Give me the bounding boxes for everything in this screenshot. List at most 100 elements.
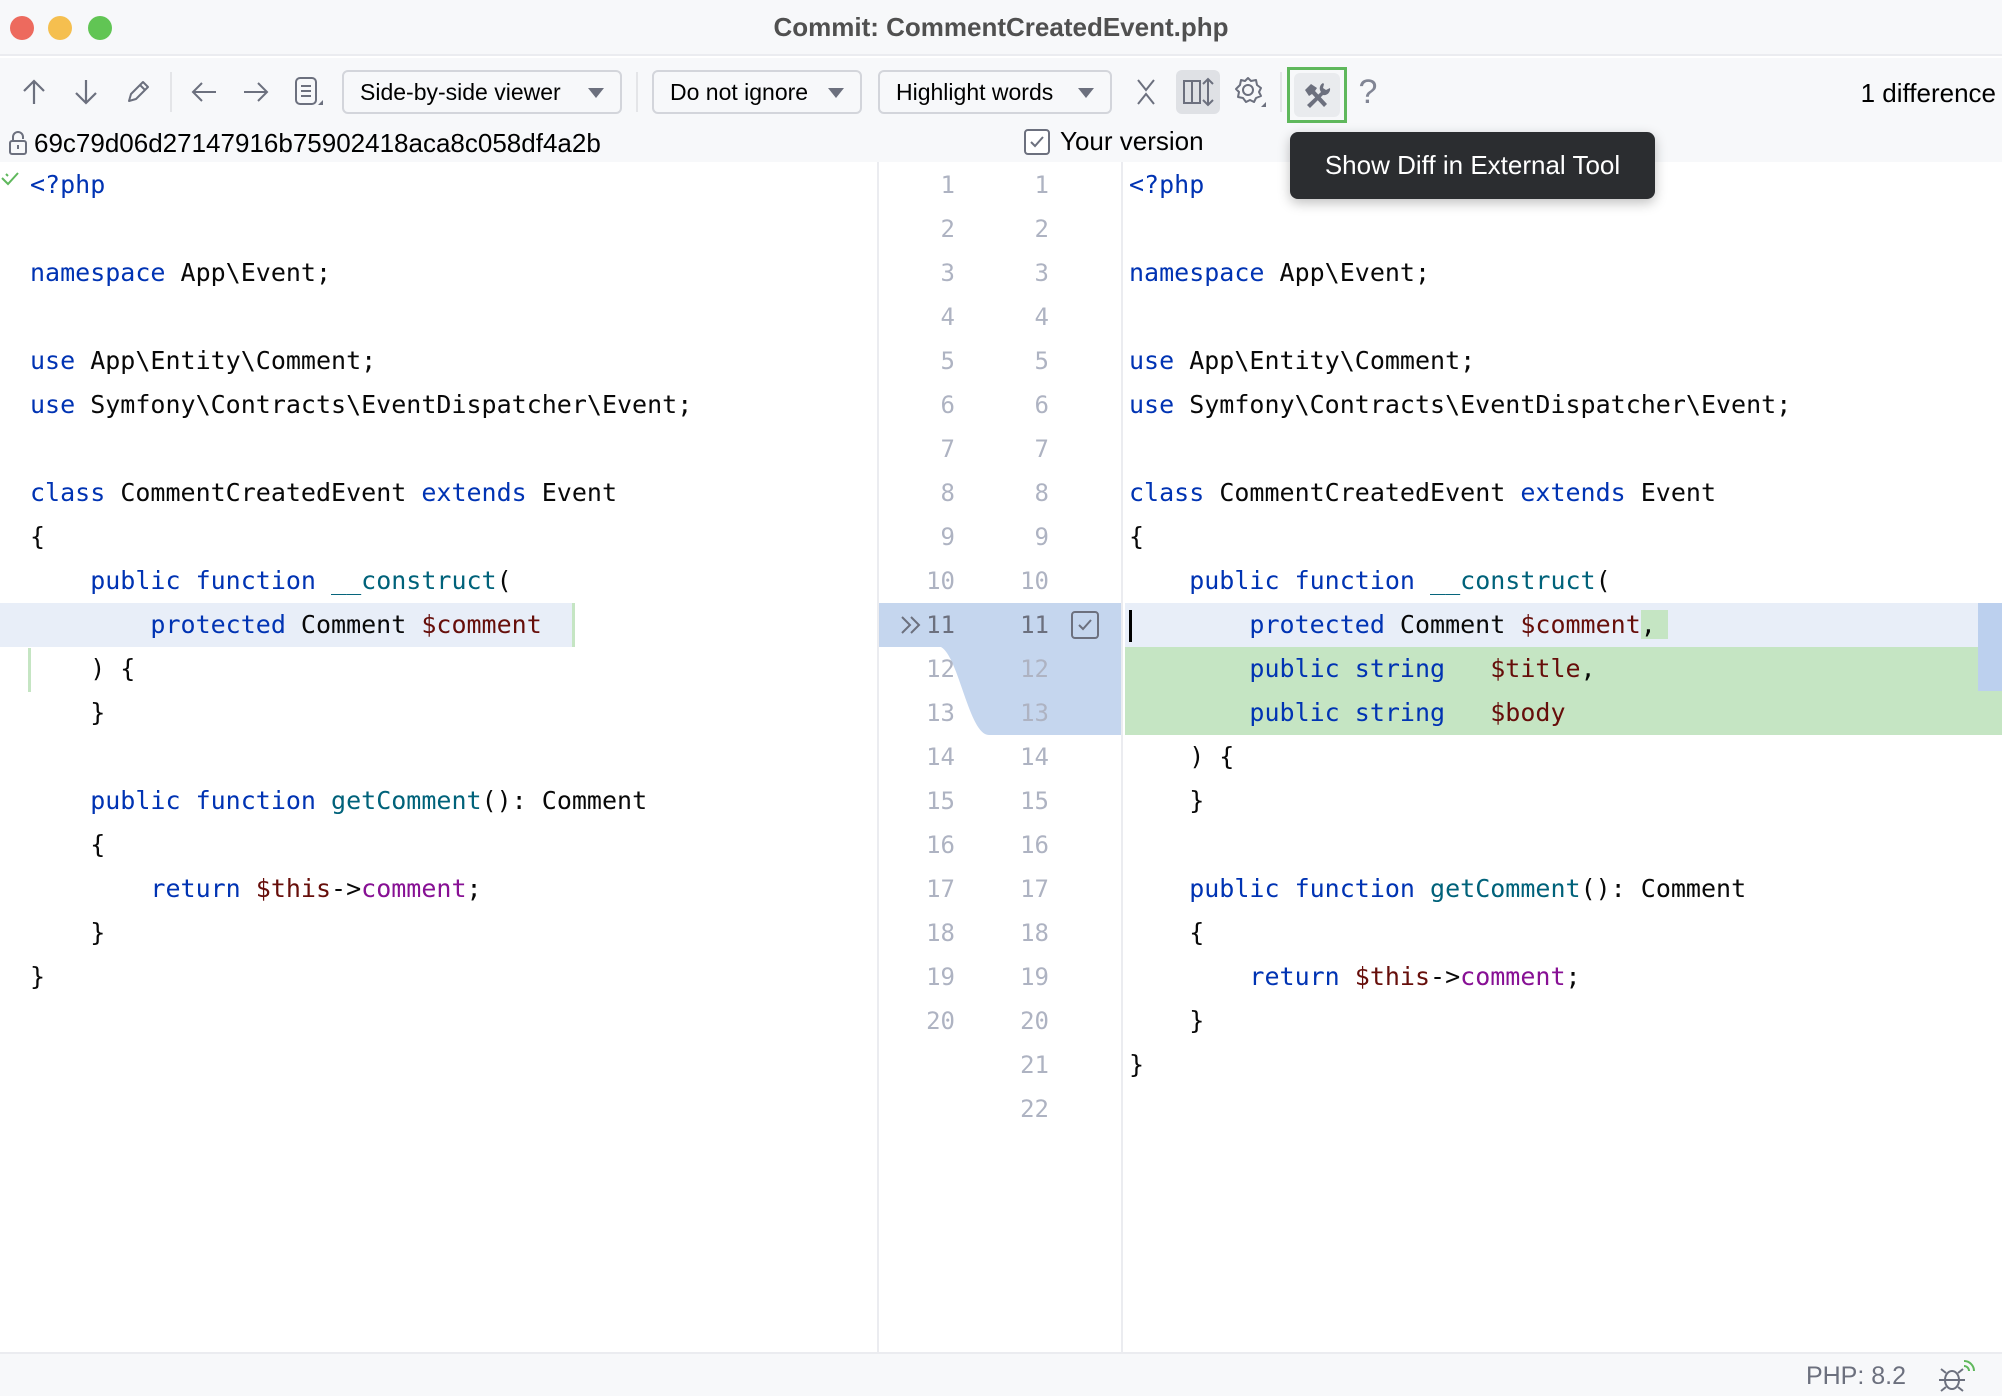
line-number: 17	[1020, 875, 1049, 903]
code-token: ;	[466, 874, 482, 903]
line-number: 19	[1020, 963, 1049, 991]
line-number: 12	[926, 655, 955, 683]
line-number: 3	[940, 259, 955, 287]
code-token: comment	[1460, 962, 1566, 991]
highlight-mode-dropdown[interactable]: Highlight words	[878, 70, 1112, 114]
previous-file-button[interactable]	[186, 74, 222, 110]
code-line[interactable]: use App\Entity\Comment;	[1125, 339, 2002, 383]
next-difference-button[interactable]	[68, 74, 104, 110]
toolbar-separator	[636, 72, 638, 112]
code-line[interactable]: }	[1125, 779, 2002, 823]
line-number: 18	[1020, 919, 1049, 947]
code-token: CommentCreatedEvent	[105, 478, 422, 507]
code-line[interactable]: protected Comment $comment	[0, 603, 575, 647]
code-line[interactable]	[0, 735, 877, 779]
code-line[interactable]: public string $title,	[1125, 647, 2002, 691]
code-token: Comment	[285, 610, 422, 639]
code-token: }	[30, 698, 106, 727]
viewer-mode-label: Side-by-side viewer	[360, 78, 561, 105]
code-line[interactable]: public function __construct(	[1125, 559, 2002, 603]
code-line[interactable]: class CommentCreatedEvent extends Event	[1125, 471, 2002, 515]
code-token: ;	[1565, 962, 1581, 991]
code-token: public function	[30, 566, 316, 595]
edit-source-button[interactable]	[120, 74, 156, 110]
code-line[interactable]: public string $body	[1125, 691, 2002, 735]
code-line[interactable]: public function getComment(): Comment	[0, 779, 877, 823]
include-change-checkbox[interactable]	[1071, 611, 1099, 639]
code-line[interactable]	[0, 295, 877, 339]
help-button[interactable]: ?	[1350, 74, 1386, 110]
your-version-checkbox[interactable]	[1024, 128, 1050, 155]
code-line[interactable]: public function __construct(	[0, 559, 877, 603]
code-line[interactable]: }	[1125, 999, 2002, 1043]
code-line[interactable]: use Symfony\Contracts\EventDispatcher\Ev…	[0, 383, 877, 427]
left-editor[interactable]: <?php namespace App\Event; use App\Entity\…	[0, 162, 877, 1352]
code-token: <?php	[30, 170, 106, 199]
line-number: 3	[1034, 259, 1049, 287]
code-token: __construct	[1430, 566, 1596, 595]
document-icon	[295, 77, 323, 105]
file-list-button[interactable]	[290, 74, 326, 110]
code-token: namespace	[30, 258, 166, 287]
code-line[interactable]	[1125, 1087, 2002, 1131]
code-token: getComment	[331, 786, 482, 815]
show-diff-external-tool-button[interactable]	[1287, 67, 1347, 123]
code-token: __construct	[331, 566, 497, 595]
viewer-mode-dropdown[interactable]: Side-by-side viewer	[342, 70, 622, 114]
code-line[interactable]: {	[0, 823, 877, 867]
code-line[interactable]: namespace App\Event;	[1125, 251, 2002, 295]
code-line[interactable]: }	[0, 955, 877, 999]
code-line[interactable]	[0, 427, 877, 471]
code-line[interactable]: }	[1125, 1043, 2002, 1087]
code-line[interactable]: {	[0, 515, 877, 559]
code-line[interactable]: }	[0, 911, 877, 955]
lock-icon	[9, 131, 27, 155]
settings-button[interactable]	[1232, 74, 1268, 110]
code-line[interactable]: ) {	[1125, 735, 2002, 779]
line-number: 13	[926, 699, 955, 727]
code-line[interactable]: class CommentCreatedEvent extends Event	[0, 471, 877, 515]
code-line[interactable]	[1125, 823, 2002, 867]
code-line[interactable]	[0, 999, 877, 1043]
previous-difference-button[interactable]	[16, 74, 52, 110]
code-token: {	[1129, 918, 1205, 947]
code-line[interactable]: protected Comment $comment,	[1125, 603, 2002, 647]
code-line[interactable]: {	[1125, 911, 2002, 955]
code-token: ) {	[1129, 742, 1235, 771]
code-token: (	[496, 566, 512, 595]
code-line[interactable]: return $this->comment;	[0, 867, 877, 911]
apply-change-arrow-icon[interactable]	[899, 613, 925, 637]
difference-count: 1 difference	[1860, 78, 1996, 108]
debugger-icon[interactable]	[1936, 1358, 1976, 1394]
sync-scroll-toggle[interactable]	[1176, 70, 1220, 114]
code-line[interactable]: use Symfony\Contracts\EventDispatcher\Ev…	[1125, 383, 2002, 427]
code-token: Event	[526, 478, 618, 507]
code-line[interactable]: use App\Entity\Comment;	[0, 339, 877, 383]
code-line[interactable]	[1125, 427, 2002, 471]
line-number: 14	[926, 743, 955, 771]
next-file-button[interactable]	[238, 74, 274, 110]
line-number: 11	[1020, 611, 1049, 639]
code-line[interactable]	[0, 207, 877, 251]
line-number: 5	[1034, 347, 1049, 375]
code-line[interactable]: public function getComment(): Comment	[1125, 867, 2002, 911]
collapse-unchanged-button[interactable]	[1128, 74, 1164, 110]
whitespace-mode-label: Do not ignore	[670, 78, 809, 105]
title-bar: Commit: CommentCreatedEvent.php	[0, 0, 2002, 56]
code-token: ->	[331, 874, 362, 903]
whitespace-mode-dropdown[interactable]: Do not ignore	[652, 70, 862, 114]
php-version[interactable]: PHP: 8.2	[1806, 1362, 1906, 1391]
code-line[interactable]: return $this->comment;	[1125, 955, 2002, 999]
code-line[interactable]: {	[1125, 515, 2002, 559]
right-editor[interactable]: <?php namespace App\Event; use App\Entity\…	[1125, 162, 2002, 1352]
code-line[interactable]: }	[0, 691, 877, 735]
code-line[interactable]	[1125, 295, 2002, 339]
your-version-toggle[interactable]: Your version	[1024, 126, 1204, 157]
code-line[interactable]: namespace App\Event;	[0, 251, 877, 295]
code-line[interactable]: <?php	[0, 163, 877, 207]
checkmark-icon	[1030, 135, 1044, 147]
code-token: return	[30, 874, 241, 903]
code-line[interactable]: ) {	[0, 647, 877, 691]
code-line[interactable]	[1125, 207, 2002, 251]
